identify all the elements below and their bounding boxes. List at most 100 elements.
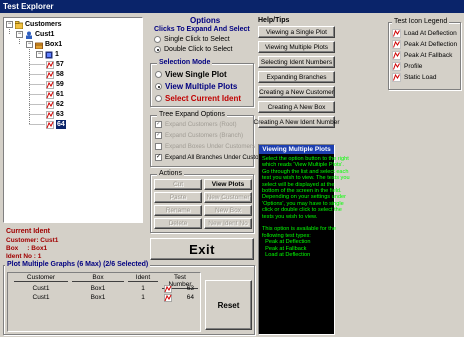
tree-expand-option-label: Expand Customers (Root) <box>165 121 237 128</box>
view-multiple-plots-radio[interactable] <box>155 83 162 90</box>
legend-item-2: Peak At Deflection <box>392 40 457 49</box>
tree-expand-group: Tree Expand Options ✓ Expand Customers (R… <box>150 111 272 167</box>
checkbox-icon[interactable]: ✓ <box>155 132 162 139</box>
view-multiple-plots-option[interactable]: View Multiple Plots <box>155 82 237 91</box>
help-text-line: This option is available for the <box>262 226 337 233</box>
current-customer-text: Customer: Cust1 <box>6 237 59 244</box>
cell-ident: 1 <box>141 294 145 301</box>
view-multiple-plots-label: View Multiple Plots <box>165 82 238 91</box>
tree-expand-option-2[interactable]: ✓ Expand Customers (Branch) <box>155 132 243 139</box>
test-icon <box>46 70 54 79</box>
double-click-radio[interactable] <box>154 46 161 53</box>
rename-button[interactable]: Rename <box>154 205 202 216</box>
tree-node-label: Customers <box>25 21 62 28</box>
cell-test: 63 <box>186 285 194 292</box>
new-customer-button[interactable]: New Customer <box>204 192 252 203</box>
help-text-line: Depending on your settings under <box>262 194 346 201</box>
help-button-2[interactable]: Viewing Multiple Plots <box>258 41 335 53</box>
legend-item-label: Static Load <box>404 74 437 81</box>
customer-tree[interactable]: − Customers − Cust1− Box1−1 57 58 59 61 62 63 64 <box>3 17 143 223</box>
view-single-plot-radio[interactable] <box>155 71 162 78</box>
help-button-3[interactable]: Selecting Ident Numbers <box>258 56 335 68</box>
single-click-option[interactable]: Single Click to Select <box>154 36 230 43</box>
tree-expand-option-1[interactable]: ✓ Expand Customers (Root) <box>155 121 237 128</box>
static-load-icon <box>392 73 401 82</box>
tree-node-label: 59 <box>56 81 64 88</box>
test-icon <box>46 120 54 129</box>
tree-node-59[interactable]: 59 <box>46 80 64 89</box>
tree-connector-lines <box>9 27 45 125</box>
help-text-line: click or double click to select the <box>262 207 342 214</box>
double-click-label: Double Click to Select <box>164 46 233 53</box>
tree-node-58[interactable]: 58 <box>46 70 64 79</box>
checkbox-icon[interactable] <box>155 143 162 150</box>
box-icon <box>35 41 43 49</box>
expand-select-title: Clicks To Expand And Select <box>154 26 250 33</box>
tree-expand-option-label: Expand All Branches Under Customers <box>165 154 273 161</box>
legend-item-5: Static Load <box>392 73 437 82</box>
help-button-1[interactable]: Viewing a Single Plot <box>258 26 335 38</box>
delete-button[interactable]: Delete <box>154 218 202 229</box>
test-icon <box>46 80 54 89</box>
column-header: Box <box>72 274 124 282</box>
tree-expand-option-4[interactable]: ✓ Expand All Branches Under Customers <box>155 154 272 161</box>
cell-test: 64 <box>186 294 194 301</box>
new-ident-button[interactable]: New Ident No <box>204 218 252 229</box>
tree-node-label: 62 <box>56 101 64 108</box>
double-click-option[interactable]: Double Click to Select <box>154 46 232 53</box>
checkbox-icon[interactable]: ✓ <box>155 121 162 128</box>
help-tips-group: Help/Tips Viewing a Single Plot Viewing M… <box>254 17 340 141</box>
help-button-4[interactable]: Expanding Branches <box>258 71 335 83</box>
customers-icon <box>14 20 24 29</box>
legend-title: Test Icon Legend <box>392 18 450 25</box>
load-deflection-icon <box>392 29 401 38</box>
current-ident-title: Current Ident <box>6 228 50 235</box>
select-current-ident-option[interactable]: Select Current Ident <box>155 94 241 103</box>
view-single-plot-option[interactable]: View Single Plot <box>155 70 227 79</box>
help-button-6[interactable]: Creating A New Box <box>258 101 335 113</box>
tree-node-57[interactable]: 57 <box>46 60 64 69</box>
collapse-toggle-icon[interactable]: − <box>26 41 33 48</box>
tree-node-61[interactable]: 61 <box>46 90 64 99</box>
tree-node-customers[interactable]: − Customers <box>6 20 62 29</box>
plot-graphs-table[interactable]: Customer Box Ident Test Number Cust1 Box1 1 63 C… <box>7 272 201 332</box>
select-current-ident-radio[interactable] <box>155 95 162 102</box>
plot-graphs-title: Plot Multiple Graphs (6 Max) (2/6 Select… <box>5 261 151 268</box>
table-row[interactable]: Cust1 Box1 1 63 <box>8 284 200 293</box>
tree-node-cust1[interactable]: − Cust1 <box>16 30 54 39</box>
legend-item-label: Load At Deflection <box>404 30 457 37</box>
collapse-toggle-icon[interactable]: − <box>16 31 23 38</box>
peak-fallback-icon <box>392 51 401 60</box>
tree-expand-option-3[interactable]: Expand Boxes Under Customers <box>155 143 255 150</box>
help-button-5[interactable]: Creating a New Customer <box>258 86 335 98</box>
table-row[interactable]: Cust1 Box1 1 64 <box>8 293 200 302</box>
test-icon <box>164 293 172 305</box>
help-text-line: which reads 'View Multiple Plots'. <box>262 162 344 169</box>
tree-node-label: 1 <box>55 51 59 58</box>
cut-button[interactable]: Cut <box>154 179 202 190</box>
single-click-radio[interactable] <box>154 36 161 43</box>
tree-node-64[interactable]: 64 <box>46 120 66 129</box>
select-current-ident-label: Select Current Ident <box>165 94 242 103</box>
exit-button[interactable]: Exit <box>150 238 254 260</box>
collapse-toggle-icon[interactable]: − <box>6 21 13 28</box>
paste-button[interactable]: Paste <box>154 192 202 203</box>
test-icon <box>46 90 54 99</box>
tree-node-label: 64 <box>56 120 66 129</box>
actions-group: Actions Cut View Plots Paste New Custome… <box>150 170 254 233</box>
tree-node-1[interactable]: −1 <box>36 50 59 59</box>
tree-node-62[interactable]: 62 <box>46 100 64 109</box>
profile-icon <box>392 62 401 71</box>
view-plots-button[interactable]: View Plots <box>204 179 252 190</box>
reset-button[interactable]: Reset <box>205 280 252 330</box>
help-text-line: Load at Deflection <box>262 252 311 259</box>
new-box-button[interactable]: New Box <box>204 205 252 216</box>
checkbox-icon[interactable]: ✓ <box>155 154 162 161</box>
ident-icon <box>45 51 53 59</box>
help-button-7[interactable]: Creating A New Ident Number <box>254 116 340 128</box>
tree-node-63[interactable]: 63 <box>46 110 64 119</box>
collapse-toggle-icon[interactable]: − <box>36 51 43 58</box>
tree-node-box1[interactable]: − Box1 <box>26 40 62 49</box>
selection-mode-group: Selection Mode View Single Plot View Mul… <box>150 59 254 107</box>
current-ident-panel: Current Ident Customer: Cust1 Box : Box1… <box>3 226 143 260</box>
